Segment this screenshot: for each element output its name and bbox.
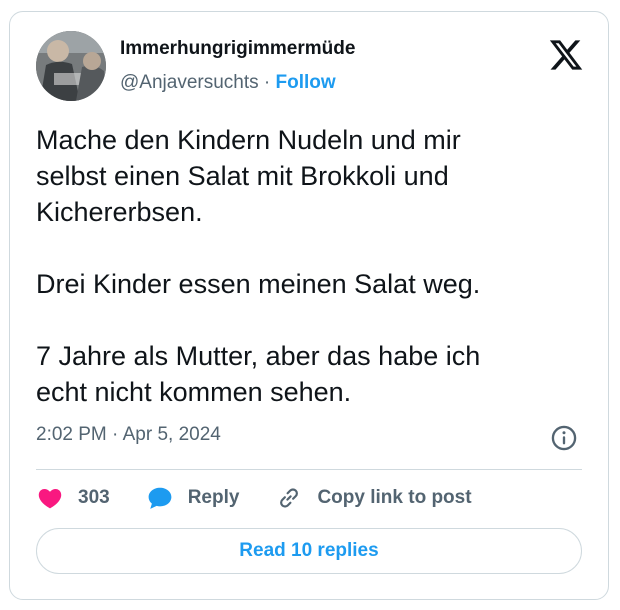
divider [36,469,582,470]
heart-icon [38,488,62,509]
like-count: 303 [78,487,110,508]
tweet-text: Mache den Kindern Nudeln und mir selbst … [36,122,576,410]
tweet-date: Apr 5, 2024 [122,424,221,445]
tweet-paragraph: 7 Jahre als Mutter, aber das habe ich ec… [36,341,481,407]
action-bar: 303 Reply Copy link to post [36,484,508,512]
copy-link-label: Copy link to post [317,487,472,508]
separator-dot: · [263,72,271,93]
reply-label: Reply [187,487,240,508]
tweet-paragraph: Drei Kinder essen meinen Salat weg. [36,269,481,299]
info-icon[interactable] [550,424,578,452]
reply-button[interactable]: Reply [146,485,240,511]
timestamp[interactable]: 2:02 PM · Apr 5, 2024 [36,424,221,446]
copy-link-button[interactable]: Copy link to post [275,485,472,511]
link-icon [280,488,299,508]
display-name[interactable]: Immerhungrigimmermüde [120,38,355,60]
separator-dot: · [112,424,119,445]
tweet-time: 2:02 PM [36,424,107,445]
speech-bubble-icon [148,487,172,509]
avatar[interactable] [36,31,106,101]
avatar-image [36,31,106,101]
read-replies-button[interactable]: Read 10 replies [36,528,582,574]
handle-row: @Anjaversuchts · Follow [120,72,336,94]
x-logo-icon[interactable] [548,37,584,73]
follow-button[interactable]: Follow [276,72,336,93]
tweet-card: Immerhungrigimmermüde @Anjaversuchts · F… [9,11,609,600]
user-handle[interactable]: @Anjaversuchts [120,72,259,93]
tweet-paragraph: Mache den Kindern Nudeln und mir selbst … [36,125,461,227]
like-button[interactable]: 303 [36,485,110,511]
